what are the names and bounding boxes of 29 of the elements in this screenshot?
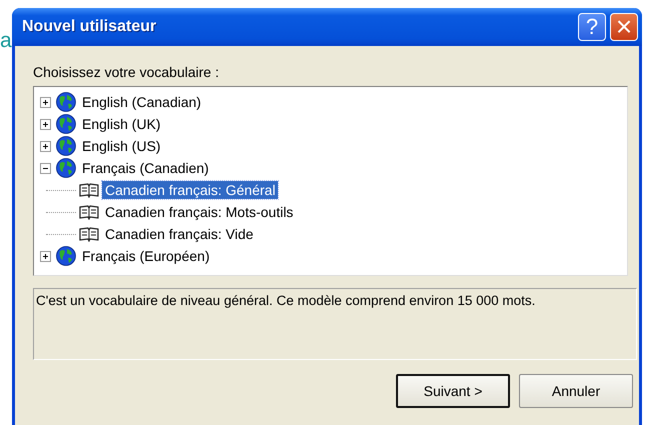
collapse-icon[interactable] bbox=[40, 162, 51, 174]
globe-icon bbox=[56, 246, 76, 266]
globe-icon bbox=[56, 114, 76, 134]
tree-item[interactable]: English (Canadian) bbox=[79, 93, 204, 111]
background-text: a bbox=[0, 30, 12, 51]
book-icon bbox=[79, 204, 99, 220]
tree-item[interactable]: Canadien français: Vide bbox=[102, 225, 256, 243]
globe-icon bbox=[56, 158, 76, 178]
book-icon bbox=[79, 226, 99, 242]
book-icon bbox=[79, 182, 99, 198]
description-text: C'est un vocabulaire de niveau général. Ce modèle comprend environ 15 000 mots. bbox=[33, 288, 637, 360]
globe-icon bbox=[56, 92, 76, 112]
expand-icon[interactable] bbox=[40, 96, 51, 108]
expand-icon[interactable] bbox=[40, 140, 51, 152]
expand-icon[interactable] bbox=[40, 250, 51, 262]
tree-item[interactable]: Français (Européen) bbox=[79, 247, 213, 265]
dialog-button[interactable]: Suivant > bbox=[396, 374, 510, 408]
globe-icon bbox=[56, 136, 76, 156]
prompt-label: Choisissez votre vocabulaire : bbox=[33, 64, 220, 80]
window-title: Nouvel utilisateur bbox=[22, 18, 158, 36]
tree-item[interactable]: English (US) bbox=[79, 137, 164, 155]
expand-icon[interactable] bbox=[40, 118, 51, 130]
tree-item[interactable]: English (UK) bbox=[79, 115, 164, 133]
help-button[interactable]: ? bbox=[578, 13, 606, 41]
tree-item[interactable]: Canadien français: Mots-outils bbox=[102, 203, 296, 221]
tree-item[interactable]: Canadien français: Général bbox=[102, 181, 278, 199]
dialog-button[interactable]: Annuler bbox=[519, 374, 633, 408]
close-button[interactable]: × bbox=[610, 13, 638, 41]
tree-item[interactable]: Français (Canadien) bbox=[79, 159, 212, 177]
